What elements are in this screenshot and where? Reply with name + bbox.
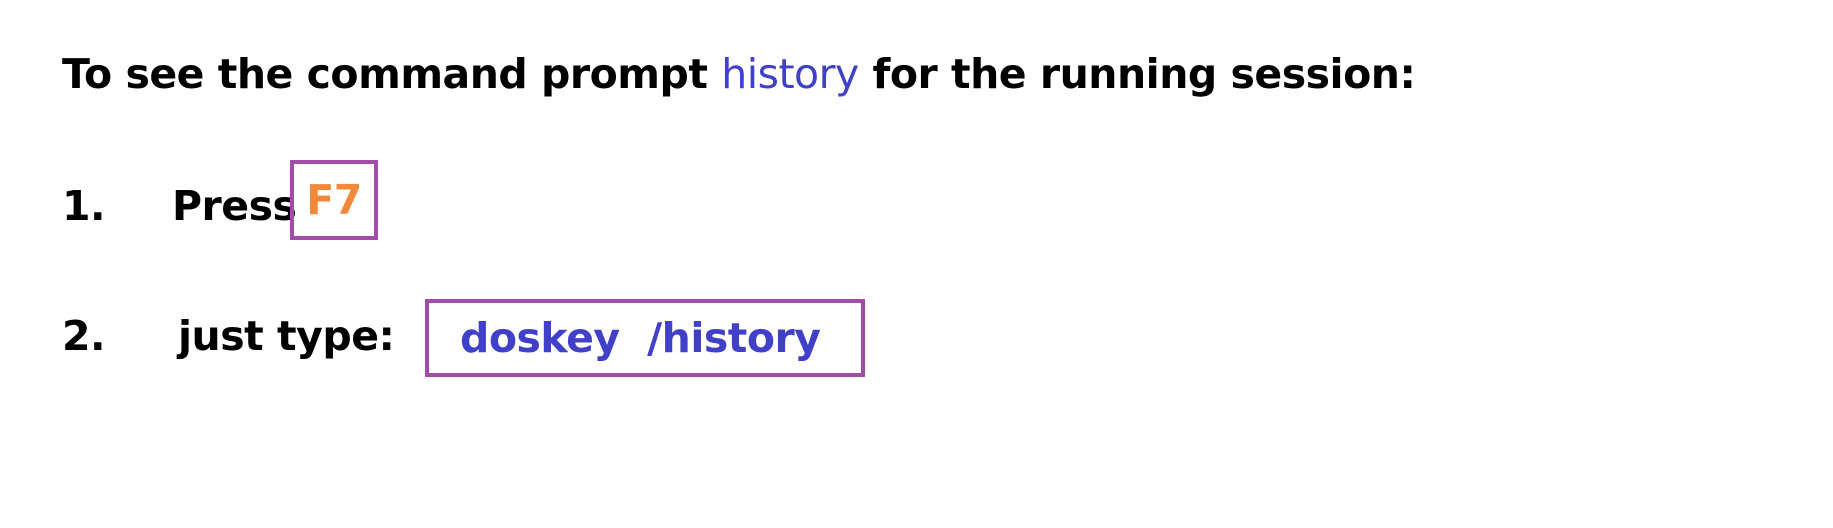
step-1-label: Press [172, 182, 297, 230]
heading-text-after: for the running session: [858, 50, 1416, 98]
f7-key-box: F7 [290, 160, 378, 240]
doskey-command-box: doskey /history [425, 299, 865, 377]
instruction-heading: To see the command prompt history for th… [62, 44, 1416, 104]
step-2-label: just type: [178, 312, 395, 360]
step-2-number: 2. [62, 312, 106, 360]
doskey-command-text: doskey /history [460, 313, 821, 362]
heading-history-highlight: history [721, 50, 859, 98]
heading-text-before: To see the command prompt [62, 50, 722, 98]
step-1-number: 1. [62, 182, 106, 230]
f7-key-label: F7 [306, 175, 362, 224]
